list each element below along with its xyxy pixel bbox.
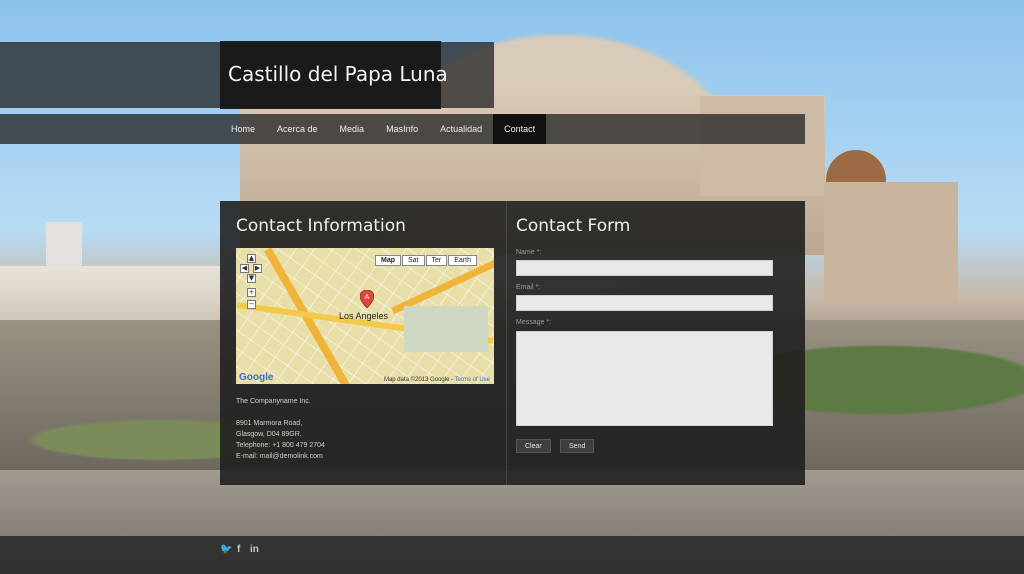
pan-down-icon[interactable]: ▼ — [247, 274, 256, 283]
email-field[interactable] — [516, 295, 773, 311]
map-city-label: Los Angeles — [339, 311, 389, 321]
map-park-area — [404, 306, 488, 352]
pan-left-icon[interactable]: ◀ — [240, 264, 249, 273]
email-address[interactable]: E-mail: mail@demolink.com — [236, 453, 323, 460]
message-label: Message *: — [516, 319, 552, 326]
site-title[interactable]: Castillo del Papa Luna — [228, 62, 448, 86]
linkedin-icon[interactable]: in — [250, 544, 259, 555]
twitter-icon[interactable]: 🐦 — [220, 544, 232, 555]
map-type-sat[interactable]: Sat — [402, 255, 425, 266]
panel-divider — [506, 201, 507, 485]
marker-letter: A — [365, 294, 370, 301]
nav-item-home[interactable]: Home — [220, 114, 266, 144]
message-field[interactable] — [516, 331, 773, 426]
google-logo: Google — [239, 372, 274, 383]
company-name: The Companyname Inc. — [236, 398, 311, 405]
map-attribution: Map data ©2013 Google - Terms of Use — [384, 377, 490, 383]
pan-up-icon[interactable]: ▲ — [247, 254, 256, 263]
terms-of-use-link[interactable]: Terms of Use — [455, 377, 490, 383]
nav-item-masinfo[interactable]: MasInfo — [375, 114, 429, 144]
map-type-map[interactable]: Map — [375, 255, 401, 266]
google-map[interactable]: ▲ ◀ ▶ ▼ + − Map Sat Ter Earth A Los Ange… — [236, 248, 494, 384]
name-field[interactable] — [516, 260, 773, 276]
footer-bar — [0, 536, 1024, 574]
contact-info-heading: Contact Information — [236, 216, 406, 236]
nav-item-media[interactable]: Media — [329, 114, 376, 144]
zoom-in-icon[interactable]: + — [247, 288, 256, 297]
zoom-out-icon[interactable]: − — [247, 300, 256, 309]
map-attribution-text: Map data ©2013 Google - — [383, 377, 454, 383]
map-pan-zoom-controls[interactable]: ▲ ◀ ▶ ▼ + − — [240, 254, 262, 310]
telephone: Telephone: +1 800 479 2704 — [236, 442, 325, 449]
send-button[interactable]: Send — [560, 439, 595, 453]
map-type-switcher: Map Sat Ter Earth — [374, 255, 477, 266]
name-label: Name *: — [516, 249, 542, 256]
main-nav: Home Acerca de Media MasInfo Actualidad … — [220, 114, 547, 144]
contact-form-heading: Contact Form — [516, 216, 631, 236]
town-image — [0, 266, 220, 326]
clear-button[interactable]: Clear — [516, 439, 551, 453]
nav-item-contact[interactable]: Contact — [493, 114, 547, 144]
map-marker-icon[interactable]: A — [360, 290, 374, 308]
address-line-1: 8901 Marmora Road, — [236, 420, 303, 427]
address-line-2: Glasgow, D04 89GR. — [236, 431, 302, 438]
map-type-earth[interactable]: Earth — [448, 255, 477, 266]
castle-tower-image — [700, 96, 824, 196]
nav-item-acerca-de[interactable]: Acerca de — [266, 114, 329, 144]
map-type-ter[interactable]: Ter — [425, 255, 448, 266]
castle-dome-image — [826, 150, 886, 186]
nav-item-actualidad[interactable]: Actualidad — [429, 114, 493, 144]
facebook-icon[interactable]: f — [237, 544, 240, 555]
email-label: Email *: — [516, 284, 541, 291]
pan-right-icon[interactable]: ▶ — [253, 264, 262, 273]
castle-wing-image — [824, 182, 958, 302]
